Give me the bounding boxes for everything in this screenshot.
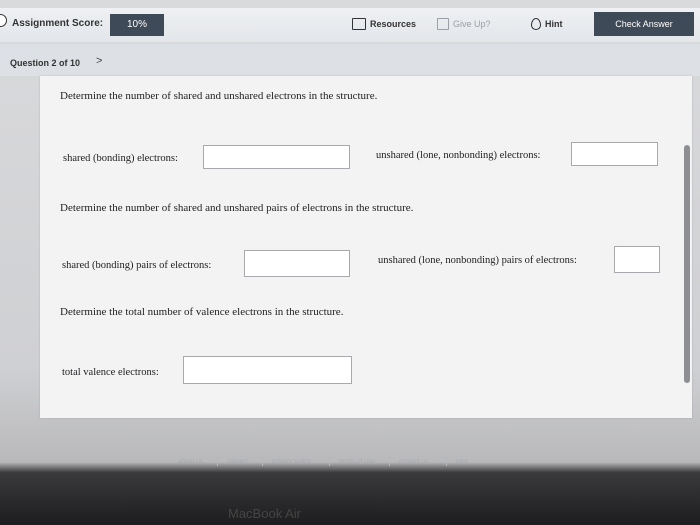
footer-link-terms-of-use[interactable]: terms of use — [339, 458, 375, 465]
prompt-shared-unshared-electrons: Determine the number of shared and unsha… — [60, 90, 378, 102]
unshared-electrons-label: unshared (lone, nonbonding) electrons: — [376, 150, 541, 161]
assignment-score-label: Assignment Score: — [12, 18, 104, 29]
footer-divider — [389, 456, 390, 466]
footer-divider — [446, 456, 447, 466]
unshared-pairs-label: unshared (lone, nonbonding) pairs of ele… — [378, 255, 577, 266]
footer-link-contact-us[interactable]: contact us — [399, 458, 429, 465]
footer-divider — [329, 456, 330, 466]
question-number[interactable]: Question 2 of 10 — [10, 58, 80, 68]
footer-link-careers[interactable]: careers — [227, 458, 249, 465]
total-valence-input[interactable] — [183, 356, 352, 384]
footer-divider — [262, 456, 263, 466]
device-brand-label: MacBook Air — [228, 506, 301, 521]
footer-link-privacy-policy[interactable]: privacy policy — [272, 458, 311, 465]
total-valence-label: total valence electrons: — [62, 367, 159, 378]
assignment-score-value: 10% — [110, 14, 164, 36]
question-nav-bar — [0, 44, 700, 76]
shared-pairs-input[interactable] — [244, 250, 350, 277]
prompt-total-valence: Determine the total number of valence el… — [60, 306, 344, 318]
give-up-label: Give Up? — [453, 19, 491, 29]
prompt-shared-unshared-pairs: Determine the number of shared and unsha… — [60, 202, 414, 214]
footer-divider — [217, 456, 218, 466]
page-scrollbar[interactable] — [684, 145, 690, 383]
footer-link-help[interactable]: help — [456, 458, 468, 465]
check-answer-button[interactable]: Check Answer — [594, 12, 694, 36]
lightbulb-icon — [531, 18, 541, 30]
shared-electrons-input[interactable] — [203, 145, 350, 169]
resources-label: Resources — [369, 19, 416, 29]
hint-button[interactable]: Hint — [531, 14, 563, 34]
unshared-electrons-input[interactable] — [571, 142, 658, 166]
next-question-chevron-icon[interactable]: > — [96, 55, 102, 67]
hint-label: Hint — [545, 19, 563, 29]
resources-button[interactable]: Resources — [352, 14, 416, 34]
give-up-button[interactable]: Give Up? — [437, 14, 491, 34]
resources-icon — [352, 18, 366, 30]
shared-electrons-label: shared (bonding) electrons: — [63, 153, 178, 164]
footer-link-about-us[interactable]: about us — [178, 458, 203, 465]
question-panel: Determine the number of shared and unsha… — [40, 76, 692, 418]
flag-icon — [437, 18, 449, 30]
shared-pairs-label: shared (bonding) pairs of electrons: — [62, 260, 212, 271]
footer-links: about us careers privacy policy terms of… — [0, 456, 700, 472]
unshared-pairs-input[interactable] — [614, 246, 660, 273]
